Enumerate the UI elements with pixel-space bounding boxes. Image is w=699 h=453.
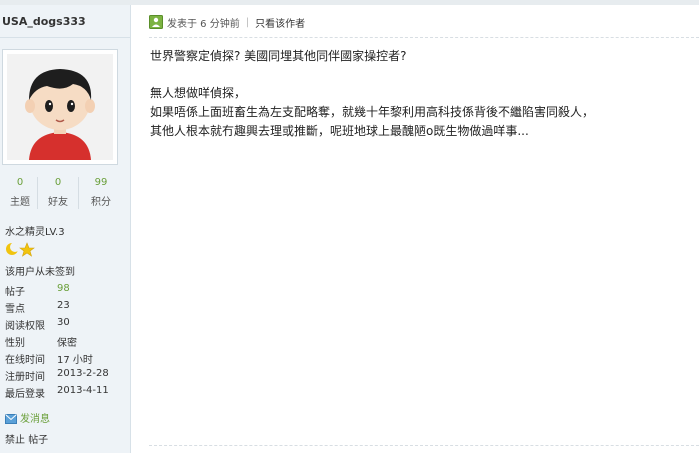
author-name-link[interactable]: USA_dogs333 [2, 15, 86, 28]
stat-friends-value: 0 [54, 177, 62, 188]
divider [78, 177, 79, 209]
post-author-icon [149, 15, 163, 29]
divider [149, 445, 699, 446]
info-key: 在线时间 [5, 355, 45, 366]
stat-friends-label: 好友 [48, 197, 68, 208]
stat-points[interactable]: 99 积分 [81, 177, 121, 208]
stat-friends[interactable]: 0 好友 [38, 177, 78, 208]
info-row-posts: 帖子 98 [5, 283, 125, 299]
post-content: 世界警察定偵探? 美國同埋其他同伴國家操控者? 無人想做咩偵探， 如果唔係上面班… [150, 47, 690, 141]
divider [149, 37, 699, 38]
info-key: 最后登录 [5, 389, 45, 400]
ban-link[interactable]: 禁止 [5, 435, 25, 446]
info-value: 17 小时 [57, 355, 93, 366]
info-row-read-permission: 阅读权限 30 [5, 317, 125, 333]
moderation-links: 禁止 帖子 [5, 431, 48, 446]
post-line: 世界警察定偵探? 美國同埋其他同伴國家操控者? [150, 49, 407, 63]
avatar[interactable] [2, 49, 118, 165]
level-icons [5, 241, 37, 257]
info-key: 阅读权限 [5, 321, 45, 332]
info-key: 帖子 [5, 287, 25, 298]
info-row-snow-points: 雪点 23 [5, 300, 125, 316]
post-line: 無人想做咩偵探， [150, 86, 247, 100]
post-line: 如果唔係上面班畜生為左支配略奪，就幾十年黎利用高科技係背後不繼陷害同殺人， [150, 105, 595, 119]
info-row-gender: 性别 保密 [5, 334, 125, 350]
send-message-label: 发消息 [20, 414, 50, 425]
info-key: 注册时间 [5, 372, 45, 383]
info-key: 雪点 [5, 304, 25, 315]
send-message-button[interactable]: 发消息 [5, 410, 50, 425]
checkin-status: 该用户从未签到 [5, 267, 75, 278]
moon-icon [6, 242, 20, 255]
info-value: 保密 [57, 338, 77, 349]
post-line: 其他人根本就冇趣興去理或推斷，呢班地球上最醜陋o既生物做過咩事... [150, 124, 529, 138]
avatar-cartoon-icon [7, 54, 113, 160]
divider [0, 37, 130, 38]
post-main: 发表于 6 分钟前 | 只看该作者 世界警察定偵探? 美國同埋其他同伴國家操控者… [131, 5, 699, 453]
user-stats: 0 主题 0 好友 99 积分 [0, 177, 130, 209]
stat-threads[interactable]: 0 主题 [0, 177, 40, 208]
user-level[interactable]: 水之精灵LV.3 [5, 223, 65, 238]
star-icon [19, 242, 35, 257]
info-row-online-time: 在线时间 17 小时 [5, 351, 125, 367]
stat-points-label: 积分 [91, 197, 111, 208]
info-row-last-login: 最后登录 2013-4-11 [5, 385, 125, 401]
stat-threads-value: 0 [16, 177, 24, 188]
info-value: 2013-4-11 [57, 385, 109, 396]
stat-threads-label: 主题 [10, 197, 30, 208]
info-value: 23 [57, 300, 70, 311]
posts-link[interactable]: 帖子 [28, 435, 48, 446]
info-key: 性别 [5, 338, 25, 349]
stat-points-value: 99 [94, 177, 108, 188]
info-row-register-time: 注册时间 2013-2-28 [5, 368, 125, 384]
only-author-link[interactable]: 只看该作者 [255, 15, 305, 30]
envelope-icon [5, 414, 17, 424]
author-sidebar: USA_dogs333 0 主题 0 好友 99 积分 水之精灵LV.3 该用户… [0, 5, 131, 453]
info-value: 30 [57, 317, 70, 328]
post-meta: 发表于 6 分钟前 | 只看该作者 [149, 13, 305, 31]
info-value-link[interactable]: 98 [57, 283, 70, 294]
info-value: 2013-2-28 [57, 368, 109, 379]
post-time: 发表于 6 分钟前 [167, 18, 240, 30]
meta-separator: | [245, 16, 250, 28]
